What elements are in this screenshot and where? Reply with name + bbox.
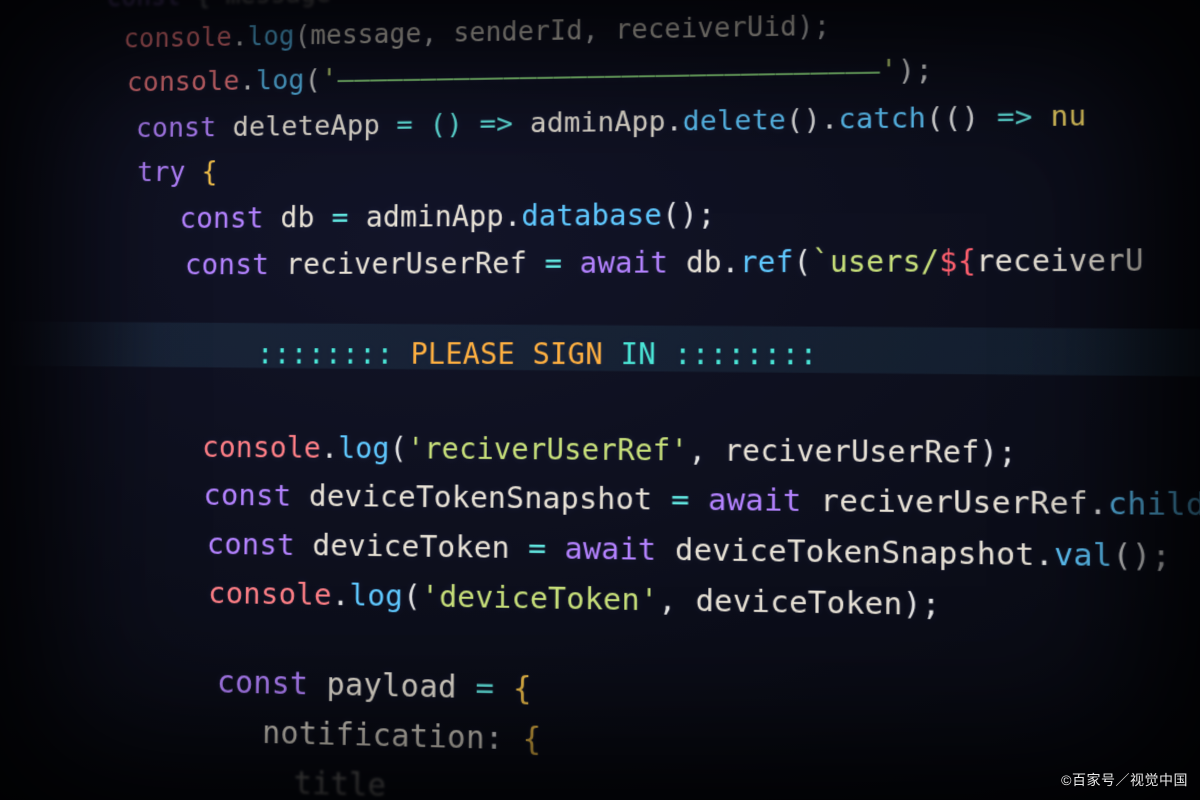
code-line: notification: { [262, 711, 542, 764]
code-line: title [293, 761, 386, 800]
code-line: const reciverUserRef = await db.ref(`use… [185, 238, 1144, 288]
code-line: const deviceToken = await deviceTokenSna… [206, 521, 1171, 580]
code-line-banner: :::::::: PLEASE SIGN IN :::::::: [257, 332, 818, 378]
code-line: console.log('reciverUserRef', reciverUse… [202, 425, 1017, 477]
code-editor: const { message console.log(message, sen… [0, 0, 1200, 800]
code-line: const payload = { [217, 660, 532, 712]
watermark: ©百家号／视觉中国 [1061, 770, 1188, 790]
code-line: console.log('deviceToken', deviceToken); [208, 570, 941, 628]
code-line: const db = adminApp.database(); [179, 192, 715, 241]
code-line: const deviceTokenSnapshot = await recive… [203, 472, 1200, 528]
code-line: try { [137, 150, 218, 195]
